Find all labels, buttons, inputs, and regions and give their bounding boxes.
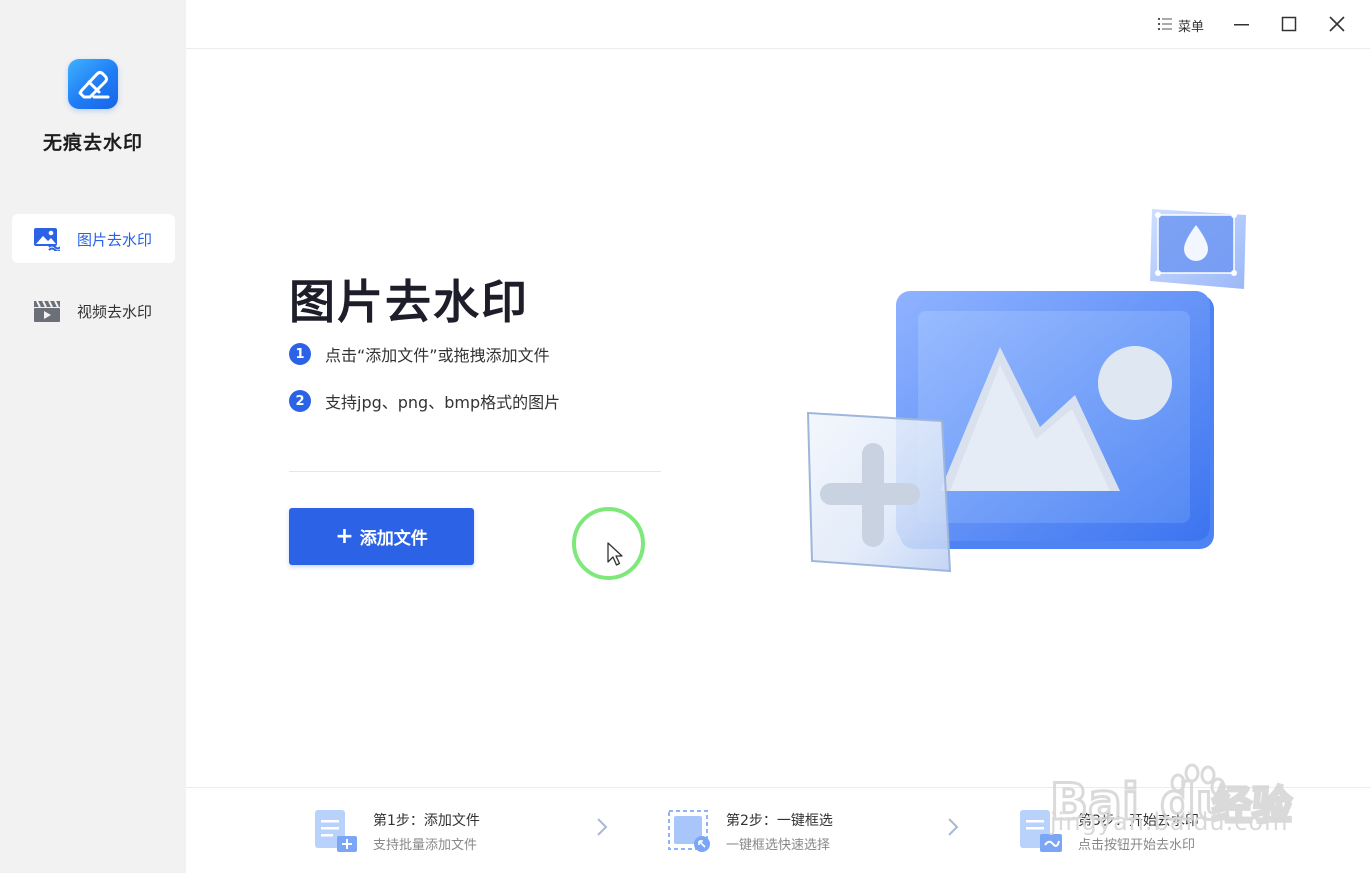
minimize-button[interactable] xyxy=(1230,13,1252,35)
sidebar-item-video-watermark[interactable]: 视频去水印 xyxy=(12,286,175,335)
glass-plus-card-icon xyxy=(806,411,952,573)
step-text: 点击“添加文件”或拖拽添加文件 xyxy=(325,346,550,365)
content-divider xyxy=(289,471,661,472)
add-file-label: 添加文件 xyxy=(359,529,428,549)
page-title: 图片去水印 xyxy=(289,275,529,329)
image-upload-illustration xyxy=(806,209,1246,573)
image-watermark-icon xyxy=(33,226,61,253)
step-text: 支持jpg、png、bmp格式的图片 xyxy=(325,393,561,412)
menu-label: 菜单 xyxy=(1178,19,1205,35)
maximize-icon xyxy=(1281,16,1297,32)
sidebar-item-label: 视频去水印 xyxy=(77,303,153,321)
step-number-badge: 1 xyxy=(289,343,311,365)
step-number-badge: 2 xyxy=(289,390,311,412)
app-window: 无痕去水印 图片去水印 视频去水印 菜单 图片去水印 1 点击“添加文件”或拖拽… xyxy=(0,0,1370,873)
sidebar-item-image-watermark[interactable]: 图片去水印 xyxy=(12,214,175,263)
baidu-jingyan-watermark-logo: Bai du 经验 xyxy=(1050,763,1294,833)
droplet-frame-icon xyxy=(1150,209,1246,289)
close-icon xyxy=(1329,16,1345,32)
menu-button[interactable]: 菜单 xyxy=(1158,15,1204,35)
app-logo-icon xyxy=(68,59,118,109)
sidebar: 无痕去水印 图片去水印 视频去水印 xyxy=(0,0,186,873)
video-watermark-icon xyxy=(33,298,60,323)
footer-step-title: 第1步：添加文件 xyxy=(373,813,480,829)
list-menu-icon xyxy=(1158,16,1172,35)
minimize-icon xyxy=(1234,24,1249,26)
add-file-button[interactable]: + 添加文件 xyxy=(289,508,474,565)
maximize-button[interactable] xyxy=(1278,13,1300,35)
footer-step-subtitle: 一键框选快速选择 xyxy=(726,838,831,853)
chevron-right-icon xyxy=(948,818,959,836)
plus-icon: + xyxy=(335,523,354,549)
sidebar-item-label: 图片去水印 xyxy=(77,231,153,249)
select-box-step-icon xyxy=(668,810,710,852)
mouse-cursor-icon xyxy=(607,542,623,566)
footer-step-subtitle: 支持批量添加文件 xyxy=(373,838,478,853)
close-button[interactable] xyxy=(1326,13,1348,35)
chevron-right-icon xyxy=(597,818,608,836)
footer-step-title: 第2步：一键框选 xyxy=(726,813,833,829)
instruction-step-2: 2 支持jpg、png、bmp格式的图片 xyxy=(289,389,560,413)
title-bar: 菜单 xyxy=(186,0,1370,49)
add-file-step-icon xyxy=(315,810,357,852)
watermark-url-text: jingyan.baidu.com xyxy=(1050,808,1289,836)
instruction-step-1: 1 点击“添加文件”或拖拽添加文件 xyxy=(289,342,550,366)
app-name: 无痕去水印 xyxy=(42,132,143,154)
